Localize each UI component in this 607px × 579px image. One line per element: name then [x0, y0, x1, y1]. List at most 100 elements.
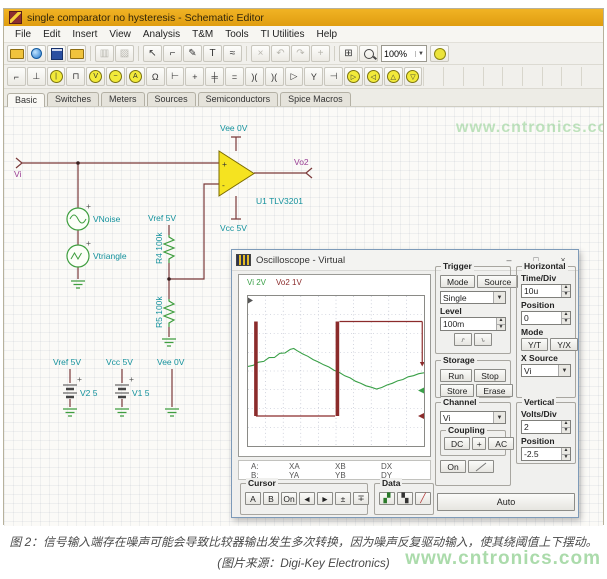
erase-button[interactable]: Erase	[476, 384, 512, 397]
comparator-u1[interactable]: + - U1 TLV3201 Vee 0V Vcc 5V	[219, 123, 303, 233]
voltage-generator-button[interactable]: ~	[106, 67, 125, 86]
cursor-next-button[interactable]: ►	[317, 492, 333, 505]
tab-switches[interactable]: Switches	[47, 92, 99, 106]
coupling-gnd-button[interactable]: +	[472, 437, 486, 450]
app-title-bar[interactable]: single comparator no hysteresis - Schema…	[4, 9, 603, 26]
vtriangle-source[interactable]: + Vtriangle	[67, 238, 127, 267]
schematic-canvas[interactable]: www.cntronics.com	[4, 107, 603, 528]
relay-button[interactable]: ⊣	[324, 67, 343, 86]
pen-tool-button[interactable]: ✎	[183, 45, 202, 62]
menu-ti-utilities[interactable]: TI Utilities	[255, 29, 311, 40]
equation-tool-button[interactable]: ≈	[223, 45, 242, 62]
resistor-r5[interactable]: R5 100k	[154, 296, 174, 328]
zoom-level-select[interactable]: 100% ▼	[381, 45, 427, 62]
save-button[interactable]	[47, 45, 66, 62]
tab-semiconductors[interactable]: Semiconductors	[198, 92, 279, 106]
spin-down-icon[interactable]: ▼	[561, 318, 570, 324]
battery-v2[interactable]: Vref 5V + V2 5	[53, 357, 98, 398]
jumper-button[interactable]: ⌐	[7, 67, 26, 86]
spin-down-icon[interactable]: ▼	[561, 427, 570, 433]
spin-down-icon[interactable]: ▼	[496, 324, 505, 330]
spin-down-icon[interactable]: ▼	[561, 454, 570, 460]
resistor-r4[interactable]: R4 100k Vref 5V	[148, 213, 176, 264]
terminal-button[interactable]: ⊓	[66, 67, 85, 86]
comparator-button[interactable]: ◁	[364, 67, 383, 86]
vee-net-stub[interactable]: Vee 0V	[157, 357, 185, 367]
battery-button[interactable]: |	[47, 67, 66, 86]
mode-yt-button[interactable]: Y/T	[521, 338, 548, 351]
h-position-spin[interactable]: 0 ▲ ▼	[521, 311, 571, 325]
opamp-button[interactable]: ▷	[344, 67, 363, 86]
cursor-b-button[interactable]: B	[263, 492, 279, 505]
zoom-tool-button[interactable]	[359, 45, 378, 62]
text-tool-button[interactable]: T	[203, 45, 222, 62]
v-position-spin[interactable]: -2.5 ▲ ▼	[521, 447, 571, 461]
open-button[interactable]	[7, 45, 26, 62]
menu-edit[interactable]: Edit	[37, 29, 66, 40]
trigger-level-spin[interactable]: 100m ▲ ▼	[440, 317, 506, 331]
voltsdiv-spin[interactable]: 2 ▲ ▼	[521, 420, 571, 434]
channel-on-button[interactable]: On	[440, 460, 466, 473]
cursor-to-min-button[interactable]: ∓	[353, 492, 369, 505]
cursor-on-button[interactable]: On	[281, 492, 297, 505]
scope-display[interactable]	[247, 295, 425, 447]
menu-t-m[interactable]: T&M	[186, 29, 219, 40]
cursor-to-max-button[interactable]: ±	[335, 492, 351, 505]
meter-button[interactable]: △	[384, 67, 403, 86]
wire-tool-button[interactable]: ⌐	[163, 45, 182, 62]
run-button[interactable]: Run	[440, 369, 472, 382]
polarized-capacitor-button[interactable]: =	[225, 67, 244, 86]
open-file-button[interactable]	[67, 45, 86, 62]
tab-sources[interactable]: Sources	[147, 92, 196, 106]
menu-view[interactable]: View	[103, 29, 137, 40]
menu-analysis[interactable]: Analysis	[137, 29, 186, 40]
copy-data-button[interactable]: ▚	[397, 492, 413, 505]
trigger-source-button[interactable]: Source	[477, 275, 518, 288]
ground-button[interactable]: ⊥	[27, 67, 46, 86]
xsource-select[interactable]: Vi ▼	[521, 364, 571, 377]
switch-button[interactable]: ⊢	[166, 67, 185, 86]
falling-edge-button[interactable]	[474, 333, 492, 346]
inductor-button[interactable]: )(	[245, 67, 264, 86]
export-data-button[interactable]: ▞	[379, 492, 395, 505]
transistor-button[interactable]: Y	[304, 67, 323, 86]
battery-v1[interactable]: Vcc 5V + V1 5	[106, 357, 150, 398]
cursor-a-button[interactable]: A	[245, 492, 261, 505]
macro-button[interactable]: ▽	[404, 67, 423, 86]
slope-button[interactable]	[468, 460, 494, 473]
current-source-button[interactable]: A	[126, 67, 145, 86]
voltage-source-button[interactable]: V	[86, 67, 105, 86]
menu-file[interactable]: File	[9, 29, 37, 40]
capacitor-button[interactable]: ╪	[205, 67, 224, 86]
coupling-ac-button[interactable]: AC	[488, 437, 514, 450]
tab-meters[interactable]: Meters	[101, 92, 145, 106]
resistor-button[interactable]: Ω	[146, 67, 165, 86]
rising-edge-button[interactable]	[454, 333, 472, 346]
menu-tools[interactable]: Tools	[219, 29, 254, 40]
tab-basic[interactable]: Basic	[7, 93, 45, 107]
channel-select[interactable]: Vi ▼	[440, 411, 506, 424]
store-button[interactable]: Store	[440, 384, 474, 397]
mode-yx-button[interactable]: Y/X	[550, 338, 578, 351]
cursor-prev-button[interactable]: ◄	[299, 492, 315, 505]
trigger-mode-button[interactable]: Mode	[440, 275, 475, 288]
spin-down-icon[interactable]: ▼	[561, 291, 570, 297]
erase-data-button[interactable]: ╱	[415, 492, 431, 505]
coupling-dc-button[interactable]: DC	[444, 437, 470, 450]
grid-toggle-button[interactable]: ⊞	[339, 45, 358, 62]
stop-button[interactable]: Stop	[474, 369, 506, 382]
trigger-mode-select[interactable]: Single ▼	[440, 291, 506, 304]
node-button[interactable]: +	[185, 67, 204, 86]
diode-button[interactable]: ▷	[285, 67, 304, 86]
vo2-net-label[interactable]: Vo2	[294, 157, 309, 167]
menu-help[interactable]: Help	[311, 29, 344, 40]
vi-net-label[interactable]: Vi	[14, 169, 22, 179]
menu-insert[interactable]: Insert	[66, 29, 103, 40]
vnoise-source[interactable]: + VNoise	[67, 201, 121, 230]
export-web-button[interactable]	[27, 45, 46, 62]
tab-spice-macros[interactable]: Spice Macros	[280, 92, 351, 106]
select-tool-button[interactable]: ↖	[143, 45, 162, 62]
timediv-spin[interactable]: 10u ▲ ▼	[521, 284, 571, 298]
interactive-mode-button[interactable]	[430, 45, 449, 62]
auto-button[interactable]: Auto	[437, 493, 575, 511]
